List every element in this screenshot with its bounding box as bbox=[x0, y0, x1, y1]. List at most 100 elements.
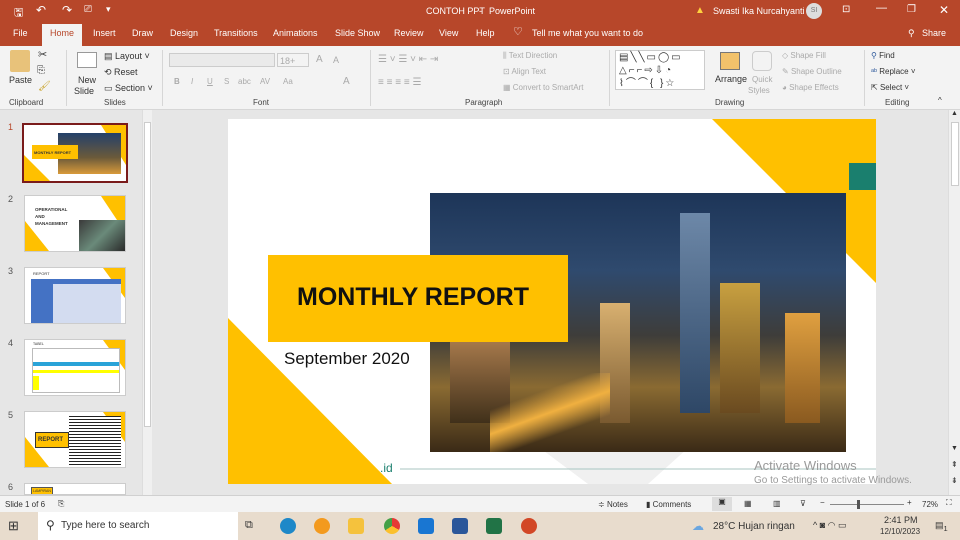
tab-help[interactable]: Help bbox=[476, 28, 495, 38]
scroll-down-icon[interactable]: ▼ bbox=[951, 445, 958, 452]
notification-icon[interactable]: ▤1 bbox=[935, 520, 948, 533]
slideshow-icon[interactable]: ⊽ bbox=[800, 499, 806, 508]
find-button[interactable]: ⚲ Find bbox=[871, 51, 895, 60]
scroll-thumb[interactable] bbox=[144, 122, 151, 427]
chrome-icon[interactable] bbox=[384, 518, 400, 534]
mail-icon[interactable] bbox=[418, 518, 434, 534]
replace-button[interactable]: ᵃᵇ Replace ˅ bbox=[871, 67, 916, 76]
change-case-button[interactable]: Aa bbox=[283, 77, 293, 86]
fit-slide-icon[interactable]: ⛶ bbox=[946, 498, 952, 508]
slide-footer-text[interactable]: .id bbox=[380, 461, 393, 475]
char-spacing-button[interactable]: AV bbox=[260, 77, 270, 86]
word-icon[interactable] bbox=[452, 518, 468, 534]
slide-thumbnail-5[interactable]: REPORT bbox=[24, 411, 126, 468]
scroll-up-icon[interactable]: ▲ bbox=[951, 110, 958, 117]
ribbon-display-icon[interactable]: ⊡ bbox=[842, 4, 850, 15]
edge-icon[interactable] bbox=[280, 518, 296, 534]
new-slide-button[interactable]: New bbox=[78, 75, 96, 85]
quick-styles-icon[interactable] bbox=[752, 51, 772, 71]
title-box[interactable]: MONTHLY REPORT bbox=[268, 255, 568, 342]
clock-time[interactable]: 2:41 PM bbox=[884, 515, 918, 525]
new-slide-label[interactable]: Slide bbox=[74, 86, 94, 96]
arrange-button[interactable]: Arrange bbox=[715, 74, 747, 84]
bold-button[interactable]: B bbox=[174, 77, 180, 86]
zoom-slider-thumb[interactable] bbox=[857, 500, 860, 509]
shape-fill-button[interactable]: ◇ Shape Fill bbox=[782, 51, 826, 60]
undo-icon[interactable]: ↶ bbox=[36, 3, 46, 17]
font-name-select[interactable] bbox=[169, 53, 275, 67]
tab-home[interactable]: Home bbox=[42, 24, 83, 46]
user-name[interactable]: Swasti Ika Nurcahyanti bbox=[713, 6, 805, 16]
avatar[interactable]: SI bbox=[806, 3, 822, 19]
restore-icon[interactable]: ❐ bbox=[907, 4, 916, 15]
font-size-select[interactable]: 18+ bbox=[277, 53, 309, 67]
arrange-icon[interactable] bbox=[720, 52, 740, 70]
slide-thumbnail-3[interactable]: REPORT bbox=[24, 267, 126, 324]
powerpoint-icon[interactable] bbox=[521, 518, 537, 534]
text-direction-button[interactable]: ⫼ Text Direction bbox=[503, 51, 557, 61]
tab-review[interactable]: Review bbox=[394, 28, 424, 38]
align-text-button[interactable]: ⊡ Align Text bbox=[503, 67, 546, 76]
file-explorer-icon[interactable] bbox=[348, 518, 364, 534]
tab-insert[interactable]: Insert bbox=[93, 28, 116, 38]
minimize-icon[interactable]: — bbox=[876, 2, 887, 14]
slide-thumbnail-2[interactable]: OPERATIONAL AND MANAGEMENT bbox=[24, 195, 126, 252]
grow-font-button[interactable]: A bbox=[316, 54, 323, 65]
cut-icon[interactable]: ✂ bbox=[38, 48, 47, 61]
reading-view-icon[interactable]: ▥ bbox=[773, 499, 781, 508]
underline-button[interactable]: U bbox=[207, 77, 213, 86]
tab-animations[interactable]: Animations bbox=[273, 28, 318, 38]
strikethrough-button[interactable]: abc bbox=[238, 77, 251, 86]
next-slide-icon[interactable]: ⇟ bbox=[951, 476, 958, 485]
section-button[interactable]: ▭ Section ˅ bbox=[104, 83, 153, 94]
spell-check-icon[interactable]: ⎘ bbox=[58, 499, 64, 509]
notes-button[interactable]: ≑ Notes bbox=[598, 500, 628, 509]
previous-slide-icon[interactable]: ⇞ bbox=[951, 460, 958, 469]
windows-start-icon[interactable]: ⊞ bbox=[8, 518, 19, 534]
zoom-slider[interactable] bbox=[830, 504, 904, 505]
paste-icon[interactable] bbox=[10, 50, 30, 72]
save-icon[interactable]: 🖫 bbox=[14, 4, 23, 23]
new-slide-icon[interactable] bbox=[77, 52, 97, 68]
task-view-icon[interactable]: ⧉ bbox=[245, 519, 253, 532]
comments-button[interactable]: ▮ Comments bbox=[646, 500, 691, 509]
zoom-level[interactable]: 72% bbox=[922, 500, 938, 509]
align-icons[interactable]: ≡ ≡ ≡ ≡ ☰ bbox=[378, 77, 421, 88]
shape-outline-button[interactable]: ✎ Shape Outline bbox=[782, 67, 842, 76]
close-icon[interactable]: ✕ bbox=[939, 3, 949, 17]
tab-design[interactable]: Design bbox=[170, 28, 198, 38]
shape-effects-button[interactable]: ◕ Shape Effects bbox=[782, 83, 839, 92]
slide-thumbnail-4[interactable]: TABEL bbox=[24, 339, 126, 396]
convert-smartart-button[interactable]: ▦ Convert to SmartArt bbox=[503, 83, 583, 92]
shadow-button[interactable]: S bbox=[224, 77, 229, 86]
thumbnails-scrollbar[interactable] bbox=[142, 110, 152, 495]
collapse-ribbon-icon[interactable]: ^ bbox=[938, 96, 942, 105]
redo-icon[interactable]: ↷ bbox=[62, 3, 72, 17]
weather-text[interactable]: 28°C Hujan ringan bbox=[713, 521, 795, 532]
scroll-thumb[interactable] bbox=[951, 122, 959, 186]
slide-subtitle[interactable]: September 2020 bbox=[284, 349, 410, 369]
font-color-button[interactable]: A bbox=[343, 76, 350, 87]
slide-thumbnail-1[interactable]: MONTHLY REPORT bbox=[22, 123, 128, 183]
tell-me-search[interactable]: Tell me what you want to do bbox=[532, 28, 643, 38]
clock-date[interactable]: 12/10/2023 bbox=[880, 527, 920, 536]
slide-sorter-icon[interactable]: ▦ bbox=[744, 499, 752, 508]
tray-icons[interactable]: ^ ◙ ◠ ▭ bbox=[813, 520, 847, 531]
select-button[interactable]: ⇱ Select ˅ bbox=[871, 83, 909, 92]
slide-title[interactable]: MONTHLY REPORT bbox=[268, 283, 558, 312]
bullets-icon[interactable]: ☰ ˅ ☰ ˅ ⇤ ⇥ bbox=[378, 54, 438, 65]
tab-draw[interactable]: Draw bbox=[132, 28, 153, 38]
zoom-out-icon[interactable]: − bbox=[820, 498, 825, 507]
italic-button[interactable]: I bbox=[191, 77, 193, 86]
copy-icon[interactable]: ⎘ bbox=[37, 65, 45, 76]
paste-button[interactable]: Paste bbox=[9, 75, 32, 85]
taskbar-search-box[interactable]: ⚲ Type here to search bbox=[38, 512, 238, 540]
slide-canvas[interactable]: MONTHLY REPORT September 2020 .id bbox=[228, 119, 876, 484]
format-painter-icon[interactable]: 🖌 bbox=[38, 81, 51, 92]
firefox-icon[interactable] bbox=[314, 518, 330, 534]
slide-scrollbar[interactable]: ▲ ▼ ⇞ ⇟ bbox=[948, 110, 960, 495]
slide-thumbnail-6[interactable]: LAMPIRAN bbox=[24, 483, 126, 495]
shapes-gallery[interactable]: ▤╲╲▭◯▭ △⌐⌐⇨⇩◔ ⌇⌒⌒{ }☆ bbox=[615, 50, 705, 90]
shrink-font-button[interactable]: A bbox=[333, 55, 339, 65]
customize-toolbar-icon[interactable]: ▾ bbox=[106, 4, 111, 15]
